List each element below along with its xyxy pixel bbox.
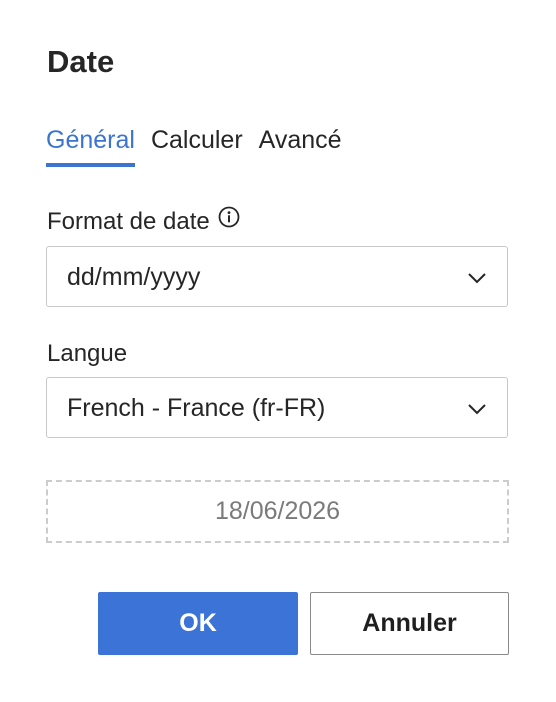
language-select[interactable]: French - France (fr-FR)	[46, 377, 508, 438]
info-circle-icon[interactable]	[218, 206, 240, 228]
tab-bar: Général Calculer Avancé	[46, 122, 358, 168]
tab-avance[interactable]: Avancé	[259, 122, 342, 168]
language-label-row: Langue	[47, 338, 127, 370]
cancel-button[interactable]: Annuler	[310, 592, 509, 655]
date-format-label: Format de date	[47, 208, 210, 235]
tab-general[interactable]: Général	[46, 122, 135, 168]
date-format-select[interactable]: dd/mm/yyyy	[46, 246, 508, 307]
date-dialog: Date Général Calculer Avancé Format de d…	[0, 0, 556, 702]
tab-calculer[interactable]: Calculer	[151, 122, 243, 168]
language-label: Langue	[47, 340, 128, 367]
chevron-down-icon	[468, 273, 486, 284]
language-value: French - France (fr-FR)	[67, 394, 326, 422]
ok-button[interactable]: OK	[98, 592, 298, 655]
dialog-title: Date	[47, 44, 115, 79]
date-format-label-row: Format de date	[47, 206, 240, 238]
chevron-down-icon	[468, 404, 486, 415]
date-format-value: dd/mm/yyyy	[67, 263, 201, 291]
date-preview: 18/06/2026	[46, 480, 509, 543]
